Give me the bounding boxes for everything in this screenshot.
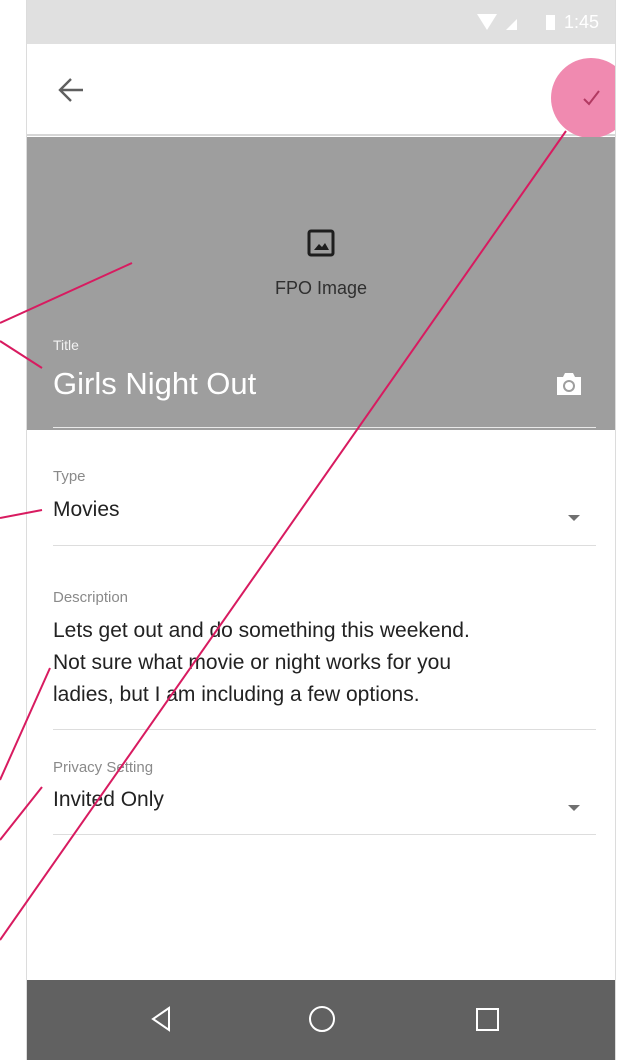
title-label: Title: [53, 337, 79, 353]
save-button[interactable]: [551, 58, 615, 138]
camera-icon: [557, 373, 581, 395]
wifi-icon: [477, 14, 497, 30]
nav-back-button[interactable]: [147, 1002, 177, 1036]
description-label: Description: [53, 589, 129, 606]
status-time: 1:45: [564, 12, 600, 32]
type-value: Movies: [53, 498, 120, 521]
check-icon: [583, 90, 600, 106]
description-line: Lets get out and do something this weeke…: [53, 619, 470, 642]
signal-icon: [506, 19, 517, 30]
privacy-dropdown[interactable]: Privacy Setting Invited Only: [53, 759, 596, 837]
phone-screen: 1:45 FPO Image Title Girls Night Out Typ…: [26, 0, 616, 1060]
type-underline: [53, 545, 596, 546]
privacy-underline: [53, 834, 596, 835]
status-bar: 1:45: [27, 0, 615, 44]
title-underline: [53, 427, 596, 428]
home-circle-icon[interactable]: [309, 1006, 335, 1032]
arrow-back-icon: [58, 78, 83, 102]
system-nav-bar: [27, 980, 615, 1060]
back-triangle-icon: [151, 1006, 170, 1032]
description-underline: [53, 729, 596, 730]
description-line: ladies, but I am including a few options…: [53, 683, 420, 706]
image-placeholder-label: FPO Image: [274, 278, 368, 298]
image-icon: [307, 229, 335, 257]
type-label: Type: [53, 468, 86, 485]
description-line: Not sure what movie or night works for y…: [53, 651, 451, 674]
description-text: Lets get out and do something this weeke…: [53, 615, 596, 711]
back-button[interactable]: [53, 72, 93, 108]
privacy-value: Invited Only: [53, 788, 164, 811]
cover-image-area[interactable]: FPO Image Title Girls Night Out: [27, 137, 615, 430]
description-field[interactable]: Description Lets get out and do somethin…: [53, 589, 596, 731]
type-dropdown[interactable]: Type Movies: [53, 468, 596, 548]
battery-icon: [546, 15, 555, 30]
app-toolbar: [27, 44, 615, 138]
privacy-label: Privacy Setting: [53, 759, 154, 776]
recents-square-icon[interactable]: [476, 1008, 499, 1031]
chevron-down-icon: [568, 515, 580, 521]
chevron-down-icon: [568, 805, 580, 811]
title-input[interactable]: Girls Night Out: [53, 366, 256, 402]
camera-button[interactable]: [554, 371, 584, 397]
